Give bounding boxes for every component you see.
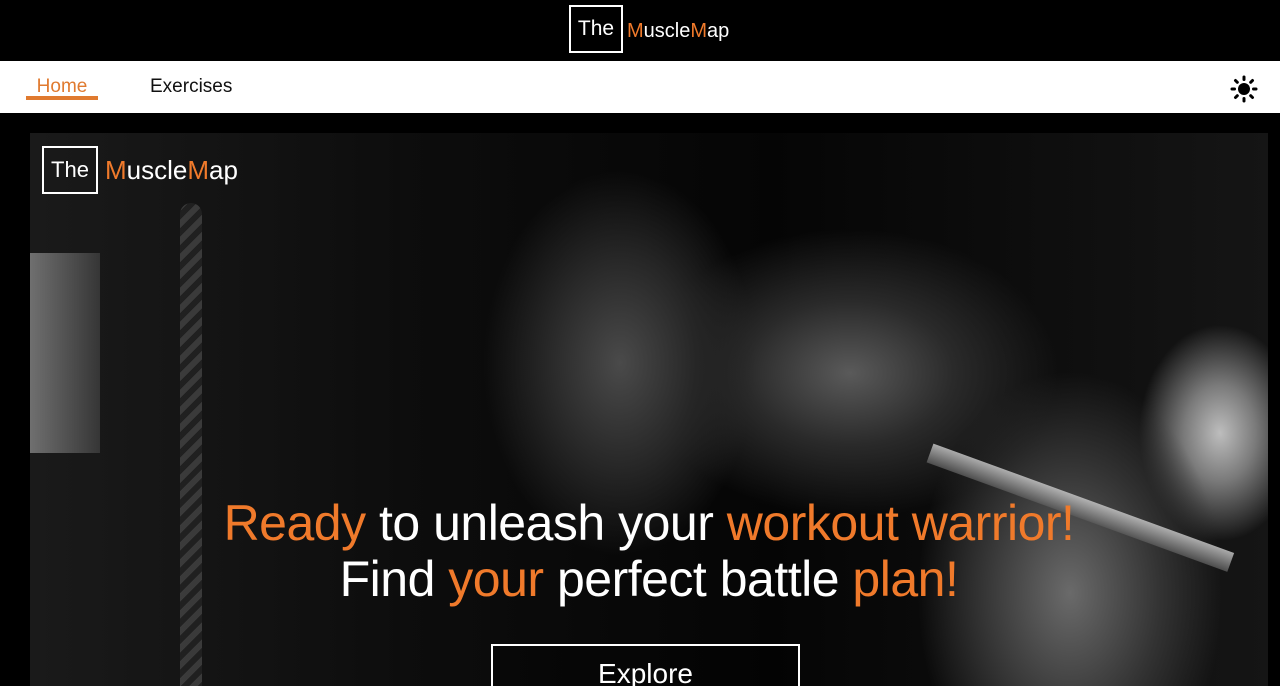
hero-section: The MuscleMap Ready to unleash your work… xyxy=(0,113,1280,686)
headline-line-2: Find your perfect battle plan! xyxy=(339,551,959,607)
headline-line-1: Ready to unleash your workout warrior! xyxy=(223,495,1075,551)
hero-logo: The MuscleMap xyxy=(42,146,238,194)
photo-wall-highlight xyxy=(30,253,100,453)
logo-box: The xyxy=(569,5,623,53)
top-brand-bar: The MuscleMap xyxy=(0,0,1280,61)
theme-toggle-button[interactable] xyxy=(1226,71,1262,107)
photo-rope xyxy=(180,203,202,686)
site-logo[interactable]: The MuscleMap xyxy=(569,5,729,53)
hero-logo-wordmark: MuscleMap xyxy=(105,154,238,185)
main-nav: Home Exercises xyxy=(0,61,1280,113)
hero-logo-box: The xyxy=(42,146,98,194)
active-tab-indicator xyxy=(26,96,98,100)
sun-icon xyxy=(1230,75,1258,103)
nav-item-exercises[interactable]: Exercises xyxy=(150,61,232,113)
hero-headline: Ready to unleash your workout warrior! F… xyxy=(0,495,1280,607)
nav-item-home[interactable]: Home xyxy=(26,61,98,113)
explore-button[interactable]: Explore xyxy=(491,644,800,686)
logo-wordmark: MuscleMap xyxy=(627,19,730,42)
